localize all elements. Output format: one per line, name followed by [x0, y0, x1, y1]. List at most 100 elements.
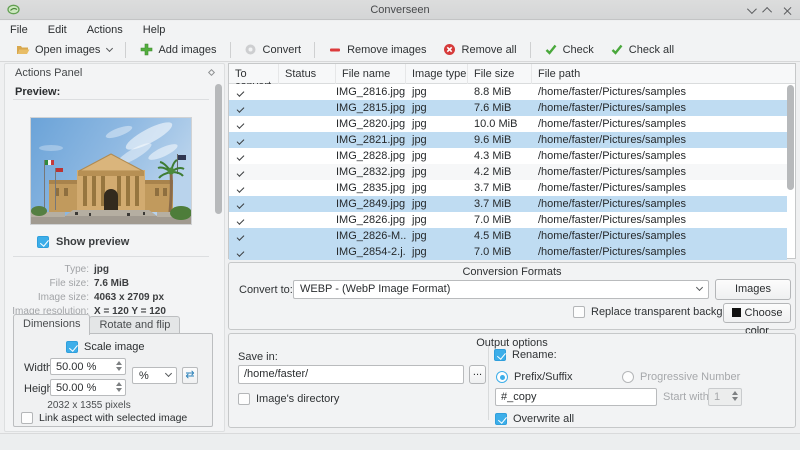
table-row[interactable]: IMG_2821.jpg jpg 9.6 MiB/home/faster/Pictu…	[229, 132, 787, 148]
close-icon[interactable]	[783, 6, 792, 15]
menu-actions[interactable]: Actions	[87, 24, 123, 36]
table-cell: /home/faster/Pictures/samples	[538, 118, 686, 130]
show-preview-checkbox[interactable]	[37, 236, 49, 248]
table-cell: IMG_2821.jpg	[336, 134, 406, 146]
output-options-group: Output options Save in: /home/faster/ ..…	[228, 333, 796, 428]
table-row[interactable]: IMG_2832.jpg jpg 4.2 MiB/home/faster/Pictu…	[229, 164, 787, 180]
window-title: Converseen	[370, 4, 430, 16]
to-convert-cell[interactable]	[229, 230, 279, 242]
images-directory-label: Image's directory	[256, 393, 340, 405]
tab-dimensions[interactable]: Dimensions	[13, 314, 91, 335]
remove-all-button[interactable]: Remove all	[435, 40, 525, 60]
progressive-number-radio[interactable]	[622, 371, 634, 383]
replace-background-checkbox[interactable]	[573, 306, 585, 318]
check-button[interactable]: Check	[536, 40, 602, 60]
link-aspect-checkbox[interactable]	[21, 412, 33, 424]
start-with-spinbox[interactable]: 1	[708, 388, 742, 406]
to-convert-cell[interactable]	[229, 134, 279, 146]
swap-dimensions-button[interactable]: ⇄	[182, 367, 198, 384]
to-convert-cell[interactable]	[229, 118, 279, 130]
table-row[interactable]: IMG_2826-M... jpg 4.5 MiB/home/faster/Pict…	[229, 228, 787, 244]
column-header[interactable]: Image type	[406, 64, 468, 84]
scale-image-checkbox[interactable]	[66, 341, 78, 353]
table-cell: /home/faster/Pictures/samples	[538, 230, 686, 242]
column-header[interactable]: To convert	[229, 64, 279, 92]
images-directory-checkbox[interactable]	[238, 393, 250, 405]
table-row[interactable]: IMG_2815.jpg jpg 7.6 MiB/home/faster/Pictu…	[229, 100, 787, 116]
start-with-label: Start with:	[663, 391, 712, 403]
column-header[interactable]: File name	[336, 64, 406, 84]
remove-images-button[interactable]: Remove images	[320, 40, 434, 60]
width-spinbox[interactable]: 50.00 %	[50, 358, 126, 375]
spinner-arrows-icon[interactable]	[116, 361, 122, 371]
to-convert-cell[interactable]	[229, 86, 279, 98]
table-cell: jpg	[412, 198, 427, 210]
unit-combobox[interactable]: %	[132, 367, 177, 384]
file-size-label: File size:	[49, 278, 89, 289]
result-pixels-label: 2032 x 1355 pixels	[47, 400, 131, 411]
table-row[interactable]: IMG_2835.jpg jpg 3.7 MiB/home/faster/Pictu…	[229, 180, 787, 196]
convert-to-label: Convert to:	[239, 284, 293, 296]
height-spinbox[interactable]: 50.00 %	[50, 379, 126, 396]
maximize-icon[interactable]	[762, 6, 773, 17]
column-header[interactable]: File size	[468, 64, 532, 84]
browse-button[interactable]: ...	[469, 365, 486, 384]
prefix-suffix-radio[interactable]	[496, 371, 508, 383]
table-row[interactable]: IMG_2826.jpg jpg 7.0 MiB/home/faster/Pictu…	[229, 212, 787, 228]
choose-color-button[interactable]: Choose color	[723, 303, 791, 337]
table-cell: jpg	[412, 214, 427, 226]
column-header[interactable]: Status	[279, 64, 336, 84]
to-convert-cell[interactable]	[229, 246, 279, 258]
format-combobox[interactable]: WEBP - (WebP Image Format)	[293, 280, 709, 299]
to-convert-cell[interactable]	[229, 102, 279, 114]
table-row[interactable]: IMG_2816.jpg jpg 8.8 MiB/home/faster/Pictu…	[229, 84, 787, 100]
menu-file[interactable]: File	[10, 24, 28, 36]
panel-tabs: Dimensions Rotate and flip	[13, 314, 181, 335]
convert-button[interactable]: Convert	[236, 40, 310, 60]
table-cell: 4.5 MiB	[474, 230, 512, 242]
to-convert-cell[interactable]	[229, 166, 279, 178]
plus-icon	[139, 43, 153, 57]
check-all-button[interactable]: Check all	[602, 40, 682, 60]
table-scrollbar[interactable]	[787, 85, 794, 257]
spinner-arrows-icon	[732, 391, 738, 401]
row-check-icon	[236, 121, 245, 129]
table-cell: 7.0 MiB	[474, 214, 512, 226]
row-check-icon	[236, 137, 245, 145]
float-panel-icon[interactable]	[207, 68, 216, 77]
table-cell: jpg	[412, 102, 427, 114]
save-in-label: Save in:	[238, 351, 278, 363]
table-cell: jpg	[412, 118, 427, 130]
save-path-input[interactable]: /home/faster/	[238, 365, 464, 384]
images-settings-button[interactable]: Images settings	[715, 279, 791, 314]
to-convert-cell[interactable]	[229, 182, 279, 194]
table-row[interactable]: IMG_2854-2.j... jpg 7.0 MiB/home/faster/Pi…	[229, 244, 787, 260]
table-row[interactable]: IMG_2820.jpg jpg 10.0 MiB/home/faster/Pict…	[229, 116, 787, 132]
table-row[interactable]: IMG_2849.jpg jpg 3.7 MiB/home/faster/Pictu…	[229, 196, 787, 212]
table-cell: IMG_2849.jpg	[336, 198, 406, 210]
open-images-button[interactable]: Open images	[8, 40, 120, 60]
to-convert-cell[interactable]	[229, 214, 279, 226]
to-convert-cell[interactable]	[229, 198, 279, 210]
toolbar-separator	[529, 41, 531, 58]
rename-checkbox[interactable]	[494, 349, 506, 361]
converseen-window: Converseen File Edit Actions Help Open i…	[0, 0, 800, 450]
title-bar[interactable]: Converseen	[0, 0, 800, 20]
column-header[interactable]: File path	[532, 64, 795, 84]
table-row[interactable]: IMG_2828.jpg jpg 4.3 MiB/home/faster/Pictu…	[229, 148, 787, 164]
menu-help[interactable]: Help	[143, 24, 166, 36]
rename-pattern-input[interactable]: #_copy	[495, 388, 657, 406]
row-check-icon	[236, 169, 245, 177]
add-images-button[interactable]: Add images	[131, 40, 224, 60]
row-check-icon	[236, 89, 245, 97]
to-convert-cell[interactable]	[229, 150, 279, 162]
overwrite-all-checkbox[interactable]	[495, 413, 507, 425]
table-cell: /home/faster/Pictures/samples	[538, 214, 686, 226]
folder-open-icon	[16, 43, 30, 57]
minimize-icon[interactable]	[746, 3, 757, 14]
panel-scrollbar[interactable]	[215, 84, 222, 428]
menu-edit[interactable]: Edit	[48, 24, 67, 36]
scale-image-label: Scale image	[84, 341, 145, 353]
spinner-arrows-icon[interactable]	[116, 382, 122, 392]
table-cell: jpg	[412, 246, 427, 258]
